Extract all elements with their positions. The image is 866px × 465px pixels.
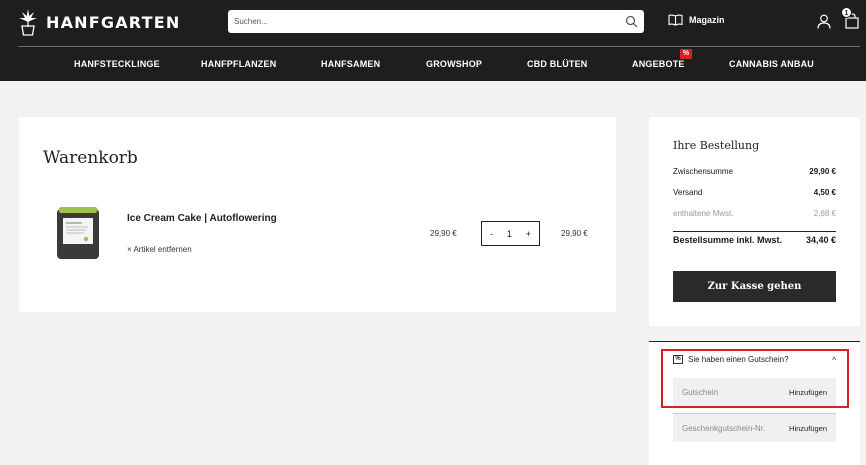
gift-voucher-placeholder[interactable]: Geschenkgutschein-Nr.: [682, 424, 765, 433]
nav-item-hanfpflanzen[interactable]: HANFPFLANZEN: [201, 59, 276, 69]
shipping-value: 4,50 €: [813, 188, 836, 197]
subtotal-label: Zwischensumme: [673, 167, 734, 176]
total-label: Bestellsumme inkl. Mwst.: [673, 235, 783, 245]
nav-item-cannabis-anbau[interactable]: CANNABIS ANBAU: [729, 59, 814, 69]
order-summary-panel: Ihre Bestellung Zwischensumme 29,90 € Ve…: [649, 117, 860, 326]
checkout-button[interactable]: Zur Kasse gehen: [673, 271, 836, 302]
qty-value[interactable]: 1: [507, 229, 512, 239]
summary-divider: [673, 231, 836, 232]
cannabis-leaf-icon: [19, 9, 37, 36]
line-total-price: 29,90 €: [561, 229, 588, 238]
nav-item-angebote[interactable]: ANGEBOTE: [632, 59, 685, 69]
magazin-link[interactable]: Magazin: [668, 14, 725, 26]
shipping-row: Versand 4,50 €: [673, 188, 836, 197]
tax-label: enthaltene Mwst.: [673, 209, 734, 218]
total-value: 34,40 €: [805, 235, 836, 245]
search-icon[interactable]: [625, 15, 638, 28]
logo[interactable]: HANFGARTEN: [18, 8, 180, 36]
quantity-stepper: - 1 +: [481, 221, 540, 246]
subtotal-row: Zwischensumme 29,90 €: [673, 167, 836, 176]
search-bar[interactable]: [228, 10, 644, 33]
gift-voucher-add-button[interactable]: Hinzufügen: [789, 424, 827, 433]
product-name[interactable]: Ice Cream Cake | Autoflowering: [127, 213, 277, 224]
tax-row: enthaltene Mwst. 2,68 €: [673, 209, 836, 218]
product-image[interactable]: [56, 206, 100, 260]
qty-increase-button[interactable]: +: [526, 229, 531, 239]
highlight-box: [661, 349, 849, 408]
nav-item-hanfstecklinge[interactable]: HANFSTECKLINGE: [74, 59, 160, 69]
logo-text: HANFGARTEN: [46, 12, 181, 32]
shipping-label: Versand: [673, 188, 703, 197]
total-row: Bestellsumme inkl. Mwst. 34,40 €: [673, 235, 836, 245]
unit-price: 29,90 €: [430, 229, 457, 238]
gift-voucher-field[interactable]: Geschenkgutschein-Nr. Hinzufügen: [673, 414, 836, 442]
nav-item-cbd-blueten[interactable]: CBD BLÜTEN: [527, 59, 588, 69]
user-icon[interactable]: [817, 14, 831, 29]
search-input[interactable]: [228, 10, 608, 33]
page-title: Warenkorb: [43, 148, 138, 168]
cart-count-badge: 1: [841, 7, 852, 18]
cart-panel: Warenkorb Ice Cream Cake | Autoflowering…: [19, 117, 616, 312]
nav-item-growshop[interactable]: GROWSHOP: [426, 59, 482, 69]
offer-badge: %: [680, 49, 692, 59]
qty-decrease-button[interactable]: -: [490, 229, 493, 239]
summary-title: Ihre Bestellung: [673, 139, 760, 152]
main-nav: HANFSTECKLINGE HANFPFLANZEN HANFSAMEN GR…: [0, 47, 866, 81]
magazin-label: Magazin: [689, 15, 725, 25]
book-icon: [668, 14, 683, 26]
remove-item-link[interactable]: × Artikel entfernen: [127, 245, 192, 254]
subtotal-value: 29,90 €: [809, 167, 836, 176]
tax-value: 2,68 €: [813, 209, 836, 218]
nav-item-hanfsamen[interactable]: HANFSAMEN: [321, 59, 380, 69]
